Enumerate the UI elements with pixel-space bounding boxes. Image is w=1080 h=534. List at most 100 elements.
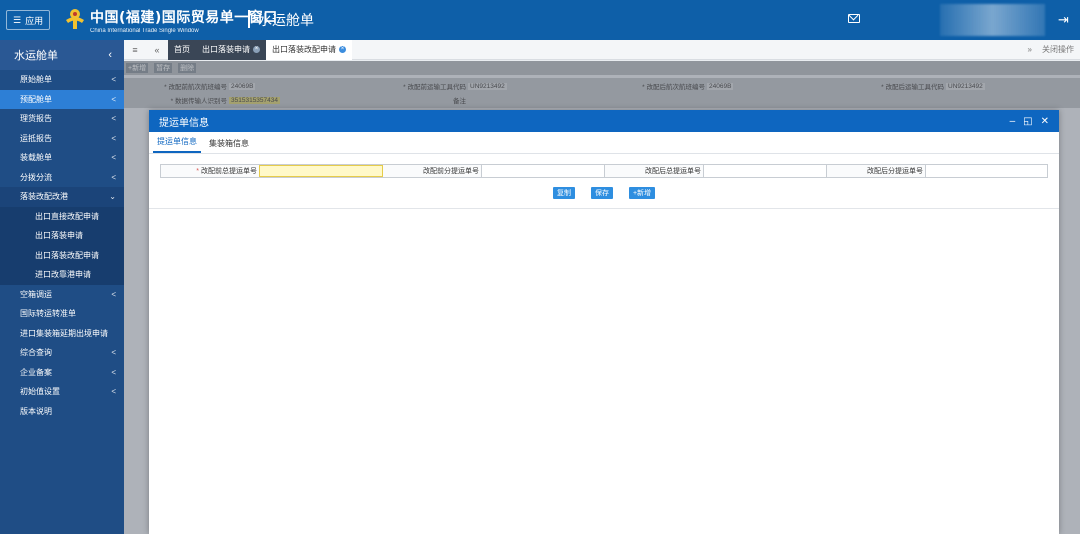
chevron-down-icon: ⌄	[109, 192, 116, 202]
field-label-text: 改配后分提运单号	[867, 168, 923, 175]
sidebar-item-label: 综合查询	[20, 348, 52, 358]
scroll-right-icon[interactable]: »	[1028, 45, 1032, 54]
sidebar-item-label: 空箱调运	[20, 289, 52, 299]
sidebar-subitem[interactable]: 出口直接改配申请	[0, 206, 124, 226]
dialog-tabs: 提运单信息 集装箱信息	[149, 132, 1059, 154]
sidebar-item-label: 理货报告	[20, 114, 52, 124]
close-operations-button[interactable]: 关闭操作	[1042, 44, 1074, 55]
field-label-pre-house-bill: 改配前分提运单号	[383, 165, 481, 177]
dialog-divider	[149, 208, 1059, 209]
field-label-post-house-bill: 改配后分提运单号	[827, 165, 925, 177]
sidebar-subitem-label: 出口落装改配申请	[35, 250, 99, 260]
top-bar: ☰ 应用 中国(福建)国际贸易单一窗口 China International …	[0, 0, 1080, 40]
sidebar-title: 水运舱单	[14, 50, 58, 62]
bill-number-form-row: * 改配前总提运单号 改配前分提运单号 改配后总提运单号 改配后分提运单号	[160, 164, 1048, 178]
mail-icon[interactable]	[848, 14, 860, 23]
title-divider	[248, 10, 250, 28]
tab-export-reassign[interactable]: 出口落装改配申请 ×	[266, 39, 352, 60]
tab-bar: ≡ « 首页 出口落装申请 × 出口落装改配申请 × » 关闭操作	[124, 39, 1080, 60]
tab-export-loading[interactable]: 出口落装申请 ×	[196, 39, 266, 60]
tab-home[interactable]: 首页	[168, 39, 196, 60]
sidebar-item-label: 初始值设置	[20, 387, 60, 397]
post-house-bill-input[interactable]	[925, 165, 1047, 177]
sidebar-item-label: 企业备案	[20, 367, 52, 377]
sidebar: 水运舱单 ‹ 原始舱单 < 预配舱单 < 理货报告 < 运抵报告 < 装载舱单 …	[0, 40, 124, 534]
add-label: +新增	[632, 190, 652, 197]
sidebar-item-label: 落装改配改港	[20, 192, 68, 202]
sidebar-item-pre-manifest[interactable]: 预配舱单 <	[0, 89, 124, 109]
hamburger-icon[interactable]: ≡	[124, 45, 146, 55]
sidebar-subitem[interactable]: 出口落装申请	[0, 226, 124, 246]
maximize-icon[interactable]: ◱	[1023, 116, 1032, 127]
post-master-bill-input[interactable]	[703, 165, 827, 177]
sidebar-header[interactable]: 水运舱单 ‹	[0, 40, 124, 70]
copy-label: 复制	[556, 190, 571, 197]
sidebar-item-tally-report[interactable]: 理货报告 <	[0, 109, 124, 129]
chevron-left-icon: <	[111, 114, 116, 124]
page-title: 水运舱单	[258, 13, 314, 29]
dialog-controls: – ◱ ✕	[1010, 116, 1049, 127]
sidebar-item-container-extension[interactable]: 进口集装箱延期出境申请	[0, 324, 124, 344]
chevron-left-icon: <	[111, 367, 116, 377]
chevron-left-icon: <	[111, 387, 116, 397]
field-label-text: 改配前分提运单号	[423, 168, 479, 175]
sidebar-subitem[interactable]: 出口落装改配申请	[0, 245, 124, 265]
user-info-blurred	[940, 4, 1045, 36]
save-label: 保存	[594, 190, 609, 197]
add-button[interactable]: +新增	[628, 187, 656, 199]
tab-bar-right: » 关闭操作	[1028, 44, 1080, 55]
sidebar-subitem-label: 出口落装申请	[35, 231, 83, 241]
close-tab-icon[interactable]: ×	[253, 46, 260, 53]
tab-bill-info[interactable]: 提运单信息	[153, 136, 201, 153]
collapse-icon[interactable]: ‹	[108, 49, 112, 61]
logout-icon[interactable]: ⇥	[1058, 12, 1069, 28]
close-tab-icon[interactable]: ×	[339, 46, 346, 53]
sidebar-item-label: 运抵报告	[20, 133, 52, 143]
save-button[interactable]: 保存	[590, 187, 613, 199]
dialog-title: 提运单信息	[159, 117, 209, 129]
sidebar-subitem[interactable]: 进口改靠港申请	[0, 265, 124, 285]
scroll-left-icon[interactable]: «	[146, 45, 168, 55]
sidebar-item-transshipment[interactable]: 国际转运转准单	[0, 304, 124, 324]
app-menu-label: 应用	[25, 15, 44, 26]
sidebar-item-empty-container[interactable]: 空箱调运 <	[0, 285, 124, 305]
chevron-left-icon: <	[111, 172, 116, 182]
field-label-text: 改配前总提运单号	[201, 168, 257, 175]
field-label-pre-master-bill: * 改配前总提运单号	[161, 165, 259, 177]
tab-label: 出口落装改配申请	[272, 45, 336, 54]
minimize-icon[interactable]: –	[1010, 116, 1016, 127]
sidebar-item-label: 分拨分流	[20, 172, 52, 182]
tab-container-info[interactable]: 集装箱信息	[205, 138, 253, 153]
tab-label: 出口落装申请	[202, 45, 250, 54]
field-label-text: 改配后总提运单号	[645, 168, 701, 175]
pre-master-bill-input[interactable]	[259, 165, 383, 177]
sidebar-item-reassignment[interactable]: 落装改配改港 ⌄	[0, 187, 124, 207]
sidebar-item-label: 版本说明	[20, 406, 52, 416]
required-marker: *	[196, 167, 199, 175]
chevron-left-icon: <	[111, 94, 116, 104]
close-icon[interactable]: ✕	[1041, 116, 1049, 127]
sidebar-item-label: 原始舱单	[20, 75, 52, 85]
sidebar-item-label: 国际转运转准单	[20, 309, 76, 319]
brand-name-en: China International Trade Single Window	[90, 28, 199, 34]
sidebar-item-query[interactable]: 综合查询 <	[0, 343, 124, 363]
sidebar-item-enterprise-filing[interactable]: 企业备案 <	[0, 363, 124, 383]
sidebar-item-original-manifest[interactable]: 原始舱单 <	[0, 70, 124, 90]
menu-icon: ☰	[13, 14, 22, 25]
sidebar-item-label: 预配舱单	[20, 94, 52, 104]
sidebar-item-version-notes[interactable]: 版本说明	[0, 402, 124, 422]
field-label-post-master-bill: 改配后总提运单号	[605, 165, 703, 177]
sidebar-item-initial-settings[interactable]: 初始值设置 <	[0, 382, 124, 402]
sidebar-item-loading-manifest[interactable]: 装载舱单 <	[0, 148, 124, 168]
chevron-left-icon: <	[111, 75, 116, 85]
chevron-left-icon: <	[111, 133, 116, 143]
copy-button[interactable]: 复制	[552, 187, 575, 199]
sidebar-item-arrival-report[interactable]: 运抵报告 <	[0, 129, 124, 149]
customs-emblem-icon	[66, 9, 84, 29]
pre-house-bill-input[interactable]	[481, 165, 605, 177]
sidebar-subitem-label: 出口直接改配申请	[35, 211, 99, 221]
sidebar-item-label: 装载舱单	[20, 153, 52, 163]
sidebar-item-distribution[interactable]: 分拨分流 <	[0, 168, 124, 188]
dialog-button-row: 复制 保存 +新增	[149, 187, 1059, 199]
app-menu-button[interactable]: ☰ 应用	[6, 10, 51, 30]
